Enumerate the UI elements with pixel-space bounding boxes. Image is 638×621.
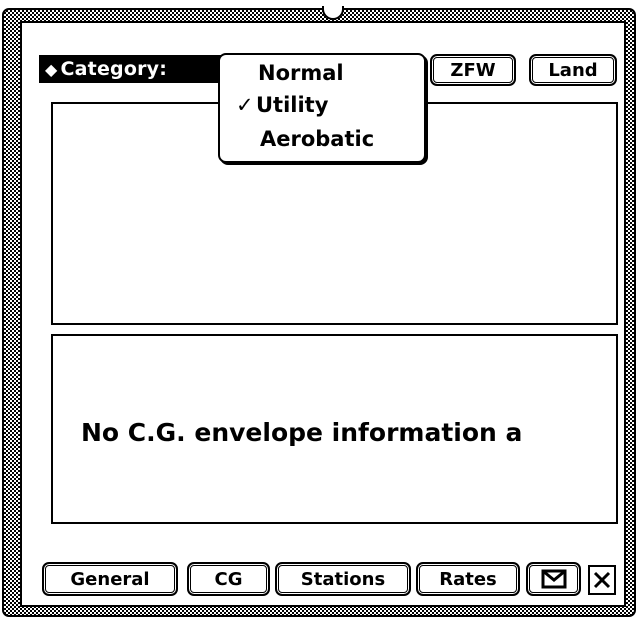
- close-box-icon: [593, 571, 611, 589]
- envelope-pane: No C.G. envelope information a: [51, 334, 618, 524]
- category-menu: Normal ✓ Utility Aerobatic: [218, 53, 426, 163]
- stations-button[interactable]: Stations: [275, 562, 411, 596]
- menu-item-normal[interactable]: Normal: [258, 61, 344, 85]
- land-button[interactable]: Land: [529, 54, 617, 86]
- menu-item-label: Aerobatic: [260, 127, 375, 151]
- mail-button[interactable]: [526, 562, 581, 596]
- checkmark-icon: ✓: [236, 93, 254, 117]
- zfw-button[interactable]: ZFW: [430, 54, 516, 86]
- menu-item-label: Utility: [256, 93, 329, 117]
- general-button[interactable]: General: [42, 562, 178, 596]
- category-label-text: Category:: [60, 58, 168, 80]
- diamond-icon: ◆: [45, 59, 58, 79]
- menu-item-label: Normal: [258, 61, 344, 85]
- envelope-icon: [541, 569, 566, 589]
- menu-item-utility[interactable]: ✓ Utility: [236, 93, 328, 117]
- category-popup-label[interactable]: ◆ Category:: [39, 55, 229, 83]
- rates-button[interactable]: Rates: [416, 562, 520, 596]
- envelope-message: No C.G. envelope information a: [81, 418, 523, 447]
- menu-item-aerobatic[interactable]: Aerobatic: [260, 127, 374, 151]
- close-button[interactable]: [588, 565, 616, 595]
- cg-button[interactable]: CG: [187, 562, 270, 596]
